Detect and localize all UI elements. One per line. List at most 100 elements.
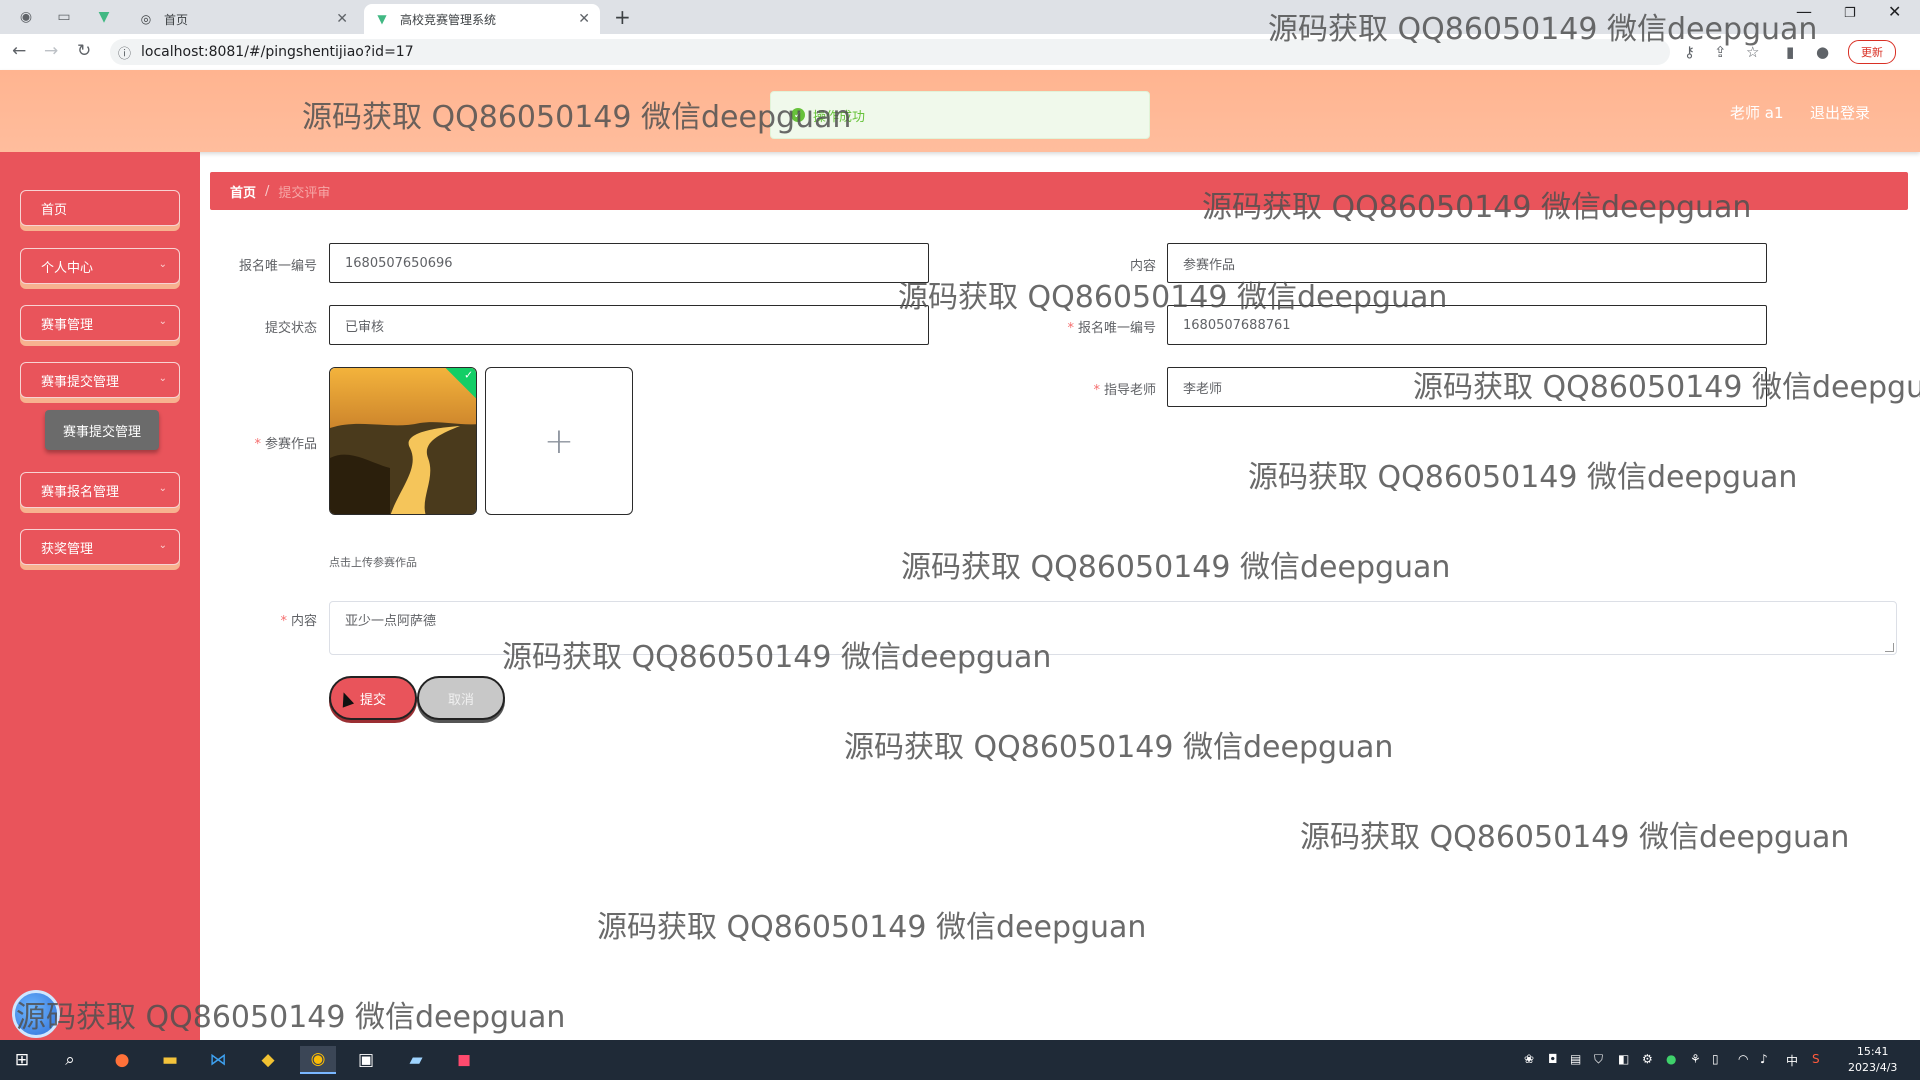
window-close-icon[interactable]: ✕ [1888,2,1901,21]
reload-icon[interactable]: ↻ [77,41,91,61]
battery-icon[interactable]: ▯ [1712,1052,1719,1066]
content-textarea[interactable]: 亚少一点阿萨德 [329,601,1897,655]
sidebar-item-label: 获奖管理 [41,541,94,557]
sidebar-item-registration-management[interactable]: 赛事报名管理 ⌄ [20,472,180,508]
breadcrumb-home[interactable]: 首页 [230,182,256,201]
vue-tab-icon[interactable]: ▼ [92,6,116,28]
sidebar-item-label: 个人中心 [41,260,94,276]
required-mark: * [254,437,261,452]
vue-logo-icon: ▼ [377,12,387,26]
watermark: 源码获取 QQ86050149 微信deepguan [597,910,1147,945]
registration-id-field[interactable]: 1680507650696 [329,243,929,283]
breadcrumb-separator: / [265,183,270,199]
info-icon[interactable]: ⓘ [118,43,131,62]
side-panel-icon[interactable]: ▮ [1786,43,1794,61]
instructor-field[interactable]: 李老师 [1167,367,1767,407]
upload-button[interactable]: + [485,367,633,515]
logout-link[interactable]: 退出登录 [1810,102,1870,123]
bookmark-star-icon[interactable]: ☆ [1746,43,1759,61]
firefox-icon[interactable]: ● [104,1046,140,1074]
shield-icon[interactable]: ⛉ [1594,1052,1603,1067]
field-value: 亚少一点阿萨德 [345,614,437,629]
ime-indicator[interactable]: 中 [1786,1052,1798,1069]
wifi-icon[interactable]: ◠ [1738,1052,1748,1066]
tray-app-icon[interactable]: S [1812,1052,1820,1066]
system-clock[interactable]: 15:41 2023/4/3 [1848,1044,1897,1076]
sidebar-item-home[interactable]: 首页 [20,190,180,226]
chevron-down-icon: ⌄ [158,373,167,384]
notepad-icon[interactable]: ▰ [398,1046,434,1074]
tray-app-icon[interactable]: ▤ [1570,1052,1581,1066]
minimize-icon[interactable]: — [1796,2,1812,21]
label-submit-status: 提交状态 [264,321,317,336]
field-value: 1680507650696 [345,255,453,271]
close-icon[interactable]: ✕ [578,11,590,27]
chrome-icon[interactable]: ◉ [300,1046,336,1074]
wechat-icon[interactable]: ● [1666,1052,1676,1066]
breadcrumb-current: 提交评审 [278,185,331,201]
sidebar-item-label: 首页 [41,202,68,218]
label-content: * 内容 [280,614,317,629]
profile-icon[interactable]: ● [1816,43,1829,61]
submit-status-field[interactable]: 已审核 [329,305,929,345]
sidebar-item-award-management[interactable]: 获奖管理 ⌄ [20,529,180,565]
url-text: localhost:8081/#/pingshentijiao?id=17 [141,44,414,60]
terminal-icon[interactable]: ▣ [348,1046,384,1074]
content-top-field[interactable]: 参赛作品 [1167,243,1767,283]
share-icon[interactable]: ⇪ [1714,43,1727,61]
browser-tab-home[interactable]: ◎ 首页 ✕ [128,4,358,34]
tray-app-icon[interactable]: ◘ [1548,1052,1558,1066]
globe-icon: ◎ [140,12,152,26]
label-registration-id: 报名唯一编号 [238,259,317,274]
pinned-tab-icon[interactable]: ◉ [14,6,38,28]
update-button[interactable]: 更新 [1848,40,1896,64]
sidebar-item-label: 赛事报名管理 [41,484,120,500]
intellij-icon[interactable]: ◼ [446,1046,482,1074]
clock-date: 2023/4/3 [1848,1061,1898,1074]
windows-start-icon[interactable]: ⊞ [4,1046,40,1074]
cancel-button[interactable]: 取消 [417,676,505,720]
success-toast: ✓ 操作成功 [770,91,1150,139]
address-bar[interactable]: ⓘ localhost:8081/#/pingshentijiao?id=17 [110,39,1670,65]
resize-handle-icon[interactable] [1885,643,1894,652]
pinned-tab-blank-icon[interactable]: ▭ [52,6,76,28]
tab-title: 高校竞赛管理系统 [400,12,497,27]
watermark: 源码获取 QQ86050149 微信deepguan [844,730,1394,765]
sidebar-item-event-management[interactable]: 赛事管理 ⌄ [20,305,180,341]
new-tab-icon[interactable]: + [614,5,631,29]
uploaded-work-thumbnail[interactable]: ✓ [329,367,477,515]
close-icon[interactable]: ✕ [336,11,348,27]
chevron-down-icon: ⌄ [158,316,167,327]
windows-taskbar: ⊞ ⌕ ● ▬ ⋈ ◆ ◉ ▣ ▰ ◼ ❀ ◘ ▤ ⛉ ◧ ⚙ ● ⚘ ▯ ◠ … [0,1040,1920,1080]
app-icon[interactable]: ◆ [250,1046,286,1074]
file-explorer-icon[interactable]: ▬ [152,1046,188,1074]
submenu-item-submission-management[interactable]: 赛事提交管理 [45,410,159,450]
tray-app-icon[interactable]: ◧ [1618,1052,1629,1066]
sidebar-item-personal-center[interactable]: 个人中心 ⌄ [20,248,180,284]
watermark: 源码获取 QQ86050149 微信deepguan [901,550,1451,585]
sidebar-item-label: 赛事提交管理 [41,374,120,390]
label-registration-id-2: * 报名唯一编号 [1067,321,1156,336]
sidebar-item-submission-management[interactable]: 赛事提交管理 ⌄ [20,362,180,398]
current-user: 老师 a1 [1730,104,1784,122]
sidebar: 首页 个人中心 ⌄ 赛事管理 ⌄ 赛事提交管理 ⌄ 赛事提交管理 赛事报名管理 … [0,152,200,1040]
field-value: 李老师 [1183,381,1223,397]
registration-id-2-field[interactable]: 1680507688761 [1167,305,1767,345]
floating-avatar[interactable] [12,990,60,1038]
volume-icon[interactable]: ♪ [1760,1052,1768,1066]
toast-message: 操作成功 [813,109,866,125]
search-icon[interactable]: ⌕ [52,1046,88,1074]
key-icon[interactable]: ⚷ [1684,43,1695,61]
watermark: 源码获取 QQ86050149 微信deepguan [1248,460,1798,495]
browser-tab-system[interactable]: ▼ 高校竞赛管理系统 ✕ [364,4,600,34]
forward-icon[interactable]: → [44,41,58,61]
restore-icon[interactable]: ❐ [1844,6,1856,21]
field-value: 参赛作品 [1183,257,1236,273]
back-icon[interactable]: ← [12,41,26,61]
chevron-down-icon: ⌄ [158,483,167,494]
tray-app-icon[interactable]: ⚘ [1690,1052,1701,1066]
tray-app-icon[interactable]: ⚙ [1642,1052,1653,1066]
clock-time: 15:41 [1856,1045,1889,1058]
vscode-icon[interactable]: ⋈ [200,1046,236,1074]
tray-app-icon[interactable]: ❀ [1524,1052,1534,1066]
